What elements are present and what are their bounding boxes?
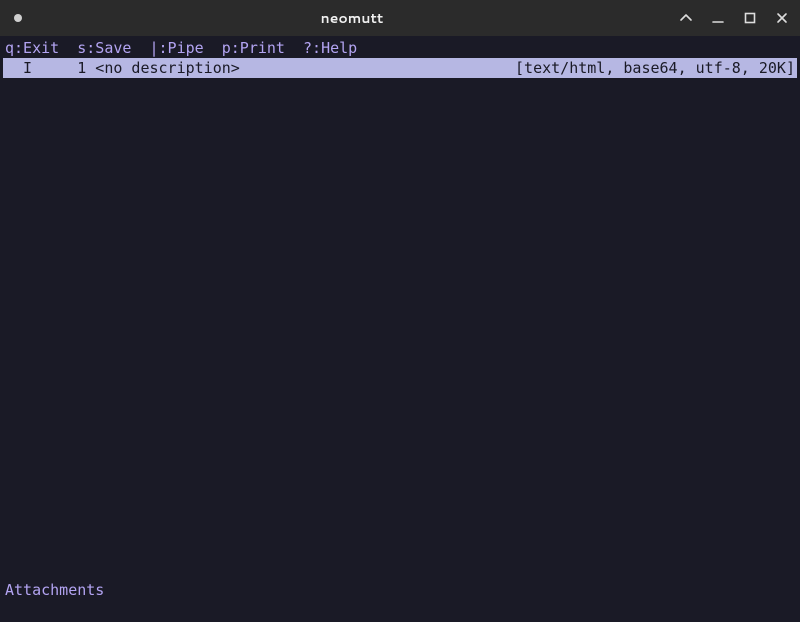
terminal-body: q:Exit s:Save |:Pipe p:Print ?:Help I 1 …	[0, 36, 800, 622]
minimize-button[interactable]	[708, 8, 728, 28]
modified-indicator-icon	[14, 14, 22, 22]
window-titlebar: neomutt	[0, 0, 800, 36]
help-bar: q:Exit s:Save |:Pipe p:Print ?:Help	[3, 38, 797, 58]
attachment-row[interactable]: I 1 <no description> [text/html, base64,…	[3, 58, 797, 78]
chevron-up-icon[interactable]	[676, 8, 696, 28]
window-controls	[676, 8, 792, 28]
maximize-button[interactable]	[740, 8, 760, 28]
attachment-left: I 1 <no description>	[5, 58, 240, 78]
attachment-right: [text/html, base64, utf-8, 20K]	[515, 58, 795, 78]
empty-area	[3, 78, 797, 580]
status-line: Attachments	[3, 580, 797, 600]
window-title: neomutt	[28, 8, 676, 28]
close-button[interactable]	[772, 8, 792, 28]
